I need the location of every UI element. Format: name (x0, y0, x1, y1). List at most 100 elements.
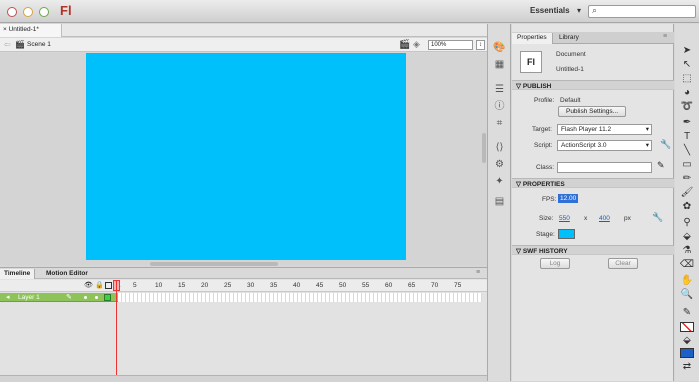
close-window-button[interactable] (7, 7, 17, 17)
wrench-icon[interactable]: 🔧 (652, 212, 663, 223)
target-select[interactable]: Flash Player 11.2 ▾ (557, 124, 652, 135)
panel-menu-icon[interactable]: ≡ (476, 269, 480, 276)
stroke-color-icon[interactable]: ✎ (679, 306, 695, 320)
frame-number: 70 (431, 282, 439, 289)
eyedropper-tool-icon[interactable]: ⚗ (679, 244, 695, 258)
panel-menu-icon[interactable]: ≡ (663, 33, 667, 40)
document-tab[interactable]: × Untitled-1* (0, 24, 62, 37)
stage-height-field[interactable]: 400 (599, 215, 610, 222)
free-transform-tool-icon[interactable]: ⬚ (679, 72, 695, 86)
zoom-select[interactable]: 100% (428, 40, 473, 50)
stage-width-field[interactable]: 550 (559, 215, 570, 222)
pasteboard[interactable] (0, 53, 487, 265)
paint-bucket-tool-icon[interactable]: ⬙ (679, 230, 695, 244)
tab-library[interactable]: Library (554, 33, 584, 44)
tab-timeline[interactable]: Timeline (0, 269, 36, 279)
document-name: Untitled-1 (556, 66, 584, 73)
pencil-icon[interactable]: ✎ (66, 293, 72, 302)
minimize-window-button[interactable] (23, 7, 33, 17)
frame-number: 20 (201, 282, 209, 289)
vertical-scrollbar[interactable] (482, 133, 486, 163)
back-arrow-icon[interactable]: ⇦ (4, 40, 11, 49)
outline-color-icon[interactable] (104, 294, 111, 301)
layer-icon: ◂ (6, 294, 10, 301)
document-icon: Fl (520, 51, 542, 73)
code-icon[interactable]: ⟨⟩ (493, 142, 506, 154)
lock-icon[interactable]: 🔒 (95, 281, 104, 289)
tools-panel: ➤ ↖ ⬚ ◕ ➰ ✒ T ╲ ▭ ✏ 🖌 ✿ ⚲ ⬙ ⚗ ⌫ ✋ 🔍 ✎ ⬙ … (675, 24, 699, 381)
motion-presets-icon[interactable]: ✦ (493, 176, 506, 188)
zoom-tool-icon[interactable]: 🔍 (679, 288, 695, 302)
subselection-tool-icon[interactable]: ↖ (679, 58, 695, 72)
clear-button[interactable]: Clear (608, 258, 638, 269)
layer-name[interactable]: Layer 1 (18, 293, 40, 302)
layer-row[interactable]: ◂ Layer 1 ✎ (0, 293, 118, 302)
tab-motion-editor[interactable]: Motion Editor (42, 269, 92, 279)
workspace-switcher[interactable]: Essentials (530, 6, 570, 15)
pencil-tool-icon[interactable]: ✏ (679, 172, 695, 186)
chevron-down-icon[interactable]: ▾ (577, 6, 581, 15)
app-logo: Fl (60, 3, 72, 18)
script-label: Script: (534, 142, 553, 149)
fill-color-icon[interactable]: ⬙ (679, 334, 695, 348)
publish-section-header[interactable]: ▽ PUBLISH (512, 80, 674, 90)
bone-tool-icon[interactable]: ⚲ (679, 216, 695, 230)
eraser-tool-icon[interactable]: ⌫ (679, 258, 695, 272)
search-input[interactable]: ⌕ (588, 5, 696, 18)
history-icon[interactable]: ▤ (493, 196, 506, 208)
frames-row[interactable] (118, 293, 482, 302)
log-button[interactable]: Log (540, 258, 570, 269)
transform-icon[interactable]: ⌗ (493, 118, 506, 130)
deco-tool-icon[interactable]: ✿ (679, 200, 695, 214)
class-input[interactable] (557, 162, 652, 173)
tab-properties[interactable]: Properties (512, 33, 553, 44)
swap-colors-icon[interactable]: ⇄ (679, 360, 695, 374)
text-tool-icon[interactable]: T (679, 130, 695, 144)
align-icon[interactable]: ☰ (493, 84, 506, 96)
selection-tool-icon[interactable]: ➤ (679, 44, 695, 58)
stroke-swatch[interactable] (680, 322, 694, 332)
3d-rotation-tool-icon[interactable]: ◕ (679, 86, 695, 100)
pencil-icon[interactable]: ✎ (657, 160, 665, 171)
stage-color-swatch[interactable] (558, 229, 575, 239)
visibility-dot-icon[interactable] (84, 296, 87, 299)
publish-settings-button[interactable]: Publish Settings... (558, 106, 626, 117)
swf-history-section-header[interactable]: ▽ SWF HISTORY (512, 245, 674, 255)
properties-panel: Properties Library ≡ Fl Document Untitle… (512, 24, 674, 381)
grid-icon[interactable]: ▦ (493, 59, 506, 71)
frame-number: 30 (247, 282, 255, 289)
eye-icon[interactable]: 👁 (84, 281, 93, 289)
properties-section-header[interactable]: ▽ PROPERTIES (512, 178, 674, 188)
stage-color-label: Stage: (536, 231, 555, 238)
search-icon: ⌕ (592, 5, 598, 15)
rectangle-tool-icon[interactable]: ▭ (679, 158, 695, 172)
playhead[interactable] (116, 280, 117, 382)
pen-tool-icon[interactable]: ✒ (679, 116, 695, 130)
zoom-stepper-icon[interactable]: ↕ (476, 40, 485, 50)
palette-icon[interactable]: 🎨 (493, 42, 506, 54)
zoom-window-button[interactable] (39, 7, 49, 17)
scene-label[interactable]: Scene 1 (27, 41, 51, 48)
frame-number: 65 (408, 282, 416, 289)
stage[interactable] (86, 53, 406, 260)
script-select[interactable]: ActionScript 3.0 ▾ (557, 140, 652, 151)
edit-scene-icon[interactable]: 🎬 (399, 39, 410, 50)
hand-tool-icon[interactable]: ✋ (679, 274, 695, 288)
components-icon[interactable]: ⚙ (493, 159, 506, 171)
fill-swatch[interactable] (680, 348, 694, 358)
horizontal-scrollbar[interactable] (150, 262, 278, 266)
brush-tool-icon[interactable]: 🖌 (679, 186, 695, 200)
size-unit: px (624, 215, 631, 222)
outline-icon[interactable] (105, 282, 112, 289)
fps-field[interactable]: 12.00 (558, 194, 579, 203)
frame-number: 60 (385, 282, 393, 289)
info-icon[interactable]: ⓘ (493, 101, 506, 113)
wrench-icon[interactable]: 🔧 (660, 139, 671, 150)
document-tab-bar: × Untitled-1* (0, 24, 487, 37)
frame-number: 45 (316, 282, 324, 289)
lasso-tool-icon[interactable]: ➰ (679, 100, 695, 114)
lock-dot-icon[interactable] (95, 296, 98, 299)
document-type: Document (556, 51, 586, 58)
edit-symbol-icon[interactable]: ◈ (413, 39, 420, 50)
line-tool-icon[interactable]: ╲ (679, 144, 695, 158)
